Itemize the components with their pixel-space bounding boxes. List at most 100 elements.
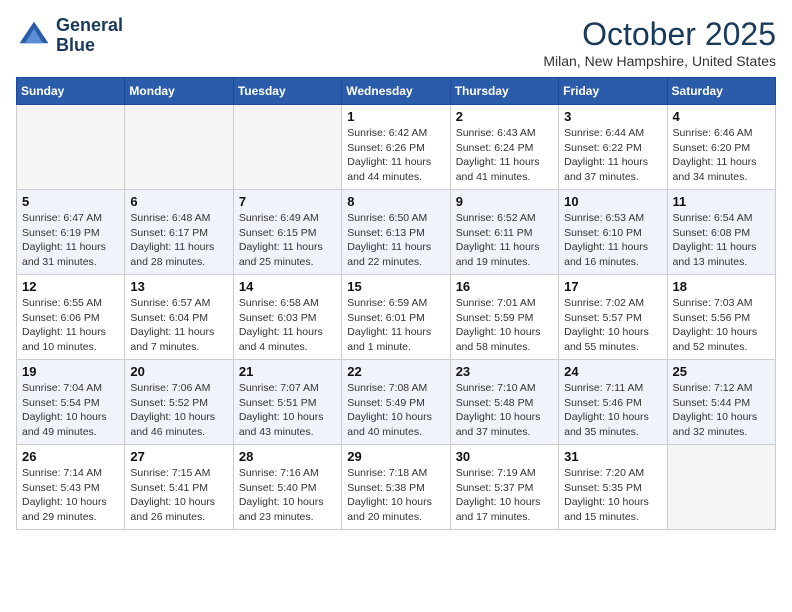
day-info: Sunrise: 7:02 AM Sunset: 5:57 PM Dayligh… <box>564 296 661 355</box>
logo-text: General Blue <box>56 16 123 56</box>
logo-icon <box>16 18 52 54</box>
day-info: Sunrise: 7:11 AM Sunset: 5:46 PM Dayligh… <box>564 381 661 440</box>
day-number: 10 <box>564 194 661 209</box>
col-header-thursday: Thursday <box>450 78 558 105</box>
calendar-cell: 24 Sunrise: 7:11 AM Sunset: 5:46 PM Dayli… <box>559 360 667 445</box>
day-info: Sunrise: 7:18 AM Sunset: 5:38 PM Dayligh… <box>347 466 444 525</box>
calendar-cell: 29Sunrise: 7:18 AM Sunset: 5:38 PM Dayli… <box>342 445 450 530</box>
day-number: 2 <box>456 109 553 124</box>
calendar-cell: 4 Sunrise: 6:46 AM Sunset: 6:20 PM Daylig… <box>667 105 775 190</box>
day-number: 20 <box>130 364 227 379</box>
calendar-cell: 13 Sunrise: 6:57 AM Sunset: 6:04 PM Dayli… <box>125 275 233 360</box>
col-header-friday: Friday <box>559 78 667 105</box>
day-number: 30 <box>456 449 553 464</box>
calendar-cell: 23 Sunrise: 7:10 AM Sunset: 5:48 PM Dayli… <box>450 360 558 445</box>
location: Milan, New Hampshire, United States <box>543 53 776 69</box>
calendar-cell: 5 Sunrise: 6:47 AM Sunset: 6:19 PM Daylig… <box>17 190 125 275</box>
calendar-cell: 15 Sunrise: 6:59 AM Sunset: 6:01 PM Dayli… <box>342 275 450 360</box>
day-info: Sunrise: 6:47 AM Sunset: 6:19 PM Dayligh… <box>22 211 119 270</box>
calendar-cell: 1 Sunrise: 6:42 AM Sunset: 6:26 PM Daylig… <box>342 105 450 190</box>
day-number: 7 <box>239 194 336 209</box>
logo: General Blue <box>16 16 123 56</box>
calendar-cell: 17 Sunrise: 7:02 AM Sunset: 5:57 PM Dayli… <box>559 275 667 360</box>
calendar-cell: 30Sunrise: 7:19 AM Sunset: 5:37 PM Dayli… <box>450 445 558 530</box>
col-header-wednesday: Wednesday <box>342 78 450 105</box>
calendar-cell: 18 Sunrise: 7:03 AM Sunset: 5:56 PM Dayli… <box>667 275 775 360</box>
day-info: Sunrise: 7:06 AM Sunset: 5:52 PM Dayligh… <box>130 381 227 440</box>
day-number: 14 <box>239 279 336 294</box>
day-number: 8 <box>347 194 444 209</box>
calendar-header-row: SundayMondayTuesdayWednesdayThursdayFrid… <box>17 78 776 105</box>
day-number: 12 <box>22 279 119 294</box>
day-info: Sunrise: 7:20 AM Sunset: 5:35 PM Dayligh… <box>564 466 661 525</box>
calendar-cell: 25Sunrise: 7:12 AM Sunset: 5:44 PM Dayli… <box>667 360 775 445</box>
calendar-cell <box>17 105 125 190</box>
day-info: Sunrise: 7:16 AM Sunset: 5:40 PM Dayligh… <box>239 466 336 525</box>
calendar-cell: 12Sunrise: 6:55 AM Sunset: 6:06 PM Dayli… <box>17 275 125 360</box>
day-number: 1 <box>347 109 444 124</box>
day-number: 6 <box>130 194 227 209</box>
day-number: 19 <box>22 364 119 379</box>
calendar-cell: 22 Sunrise: 7:08 AM Sunset: 5:49 PM Dayli… <box>342 360 450 445</box>
week-row-1: 1 Sunrise: 6:42 AM Sunset: 6:26 PM Daylig… <box>17 105 776 190</box>
day-info: Sunrise: 6:42 AM Sunset: 6:26 PM Dayligh… <box>347 126 444 185</box>
calendar-cell: 9Sunrise: 6:52 AM Sunset: 6:11 PM Daylig… <box>450 190 558 275</box>
week-row-2: 5 Sunrise: 6:47 AM Sunset: 6:19 PM Daylig… <box>17 190 776 275</box>
day-info: Sunrise: 7:15 AM Sunset: 5:41 PM Dayligh… <box>130 466 227 525</box>
day-info: Sunrise: 6:44 AM Sunset: 6:22 PM Dayligh… <box>564 126 661 185</box>
calendar-cell: 3Sunrise: 6:44 AM Sunset: 6:22 PM Daylig… <box>559 105 667 190</box>
day-number: 31 <box>564 449 661 464</box>
week-row-4: 19 Sunrise: 7:04 AM Sunset: 5:54 PM Dayli… <box>17 360 776 445</box>
day-info: Sunrise: 7:14 AM Sunset: 5:43 PM Dayligh… <box>22 466 119 525</box>
col-header-tuesday: Tuesday <box>233 78 341 105</box>
col-header-saturday: Saturday <box>667 78 775 105</box>
calendar-cell <box>233 105 341 190</box>
day-info: Sunrise: 6:53 AM Sunset: 6:10 PM Dayligh… <box>564 211 661 270</box>
col-header-sunday: Sunday <box>17 78 125 105</box>
day-number: 21 <box>239 364 336 379</box>
calendar-cell <box>667 445 775 530</box>
calendar-cell: 19 Sunrise: 7:04 AM Sunset: 5:54 PM Dayli… <box>17 360 125 445</box>
day-number: 4 <box>673 109 770 124</box>
day-info: Sunrise: 7:08 AM Sunset: 5:49 PM Dayligh… <box>347 381 444 440</box>
day-info: Sunrise: 6:50 AM Sunset: 6:13 PM Dayligh… <box>347 211 444 270</box>
day-number: 17 <box>564 279 661 294</box>
calendar-cell: 11Sunrise: 6:54 AM Sunset: 6:08 PM Dayli… <box>667 190 775 275</box>
day-number: 23 <box>456 364 553 379</box>
calendar-cell: 6 Sunrise: 6:48 AM Sunset: 6:17 PM Daylig… <box>125 190 233 275</box>
day-info: Sunrise: 6:46 AM Sunset: 6:20 PM Dayligh… <box>673 126 770 185</box>
day-number: 18 <box>673 279 770 294</box>
day-info: Sunrise: 7:07 AM Sunset: 5:51 PM Dayligh… <box>239 381 336 440</box>
calendar-cell: 2 Sunrise: 6:43 AM Sunset: 6:24 PM Daylig… <box>450 105 558 190</box>
page-header: General Blue October 2025 Milan, New Ham… <box>16 16 776 69</box>
day-info: Sunrise: 6:59 AM Sunset: 6:01 PM Dayligh… <box>347 296 444 355</box>
calendar-cell: 14Sunrise: 6:58 AM Sunset: 6:03 PM Dayli… <box>233 275 341 360</box>
day-info: Sunrise: 6:43 AM Sunset: 6:24 PM Dayligh… <box>456 126 553 185</box>
day-number: 11 <box>673 194 770 209</box>
calendar-cell: 26Sunrise: 7:14 AM Sunset: 5:43 PM Dayli… <box>17 445 125 530</box>
day-info: Sunrise: 7:04 AM Sunset: 5:54 PM Dayligh… <box>22 381 119 440</box>
month-title: October 2025 <box>543 16 776 53</box>
title-block: October 2025 Milan, New Hampshire, Unite… <box>543 16 776 69</box>
calendar-cell: 28Sunrise: 7:16 AM Sunset: 5:40 PM Dayli… <box>233 445 341 530</box>
day-number: 5 <box>22 194 119 209</box>
calendar-cell: 27Sunrise: 7:15 AM Sunset: 5:41 PM Dayli… <box>125 445 233 530</box>
calendar-cell: 8 Sunrise: 6:50 AM Sunset: 6:13 PM Daylig… <box>342 190 450 275</box>
day-info: Sunrise: 6:48 AM Sunset: 6:17 PM Dayligh… <box>130 211 227 270</box>
day-number: 24 <box>564 364 661 379</box>
day-info: Sunrise: 7:12 AM Sunset: 5:44 PM Dayligh… <box>673 381 770 440</box>
day-number: 16 <box>456 279 553 294</box>
day-info: Sunrise: 7:01 AM Sunset: 5:59 PM Dayligh… <box>456 296 553 355</box>
day-info: Sunrise: 7:03 AM Sunset: 5:56 PM Dayligh… <box>673 296 770 355</box>
day-number: 13 <box>130 279 227 294</box>
day-info: Sunrise: 6:49 AM Sunset: 6:15 PM Dayligh… <box>239 211 336 270</box>
day-number: 15 <box>347 279 444 294</box>
day-info: Sunrise: 6:57 AM Sunset: 6:04 PM Dayligh… <box>130 296 227 355</box>
day-number: 22 <box>347 364 444 379</box>
col-header-monday: Monday <box>125 78 233 105</box>
day-info: Sunrise: 7:10 AM Sunset: 5:48 PM Dayligh… <box>456 381 553 440</box>
calendar-cell: 21 Sunrise: 7:07 AM Sunset: 5:51 PM Dayli… <box>233 360 341 445</box>
calendar-cell: 31 Sunrise: 7:20 AM Sunset: 5:35 PM Dayli… <box>559 445 667 530</box>
day-number: 9 <box>456 194 553 209</box>
calendar: SundayMondayTuesdayWednesdayThursdayFrid… <box>16 77 776 530</box>
